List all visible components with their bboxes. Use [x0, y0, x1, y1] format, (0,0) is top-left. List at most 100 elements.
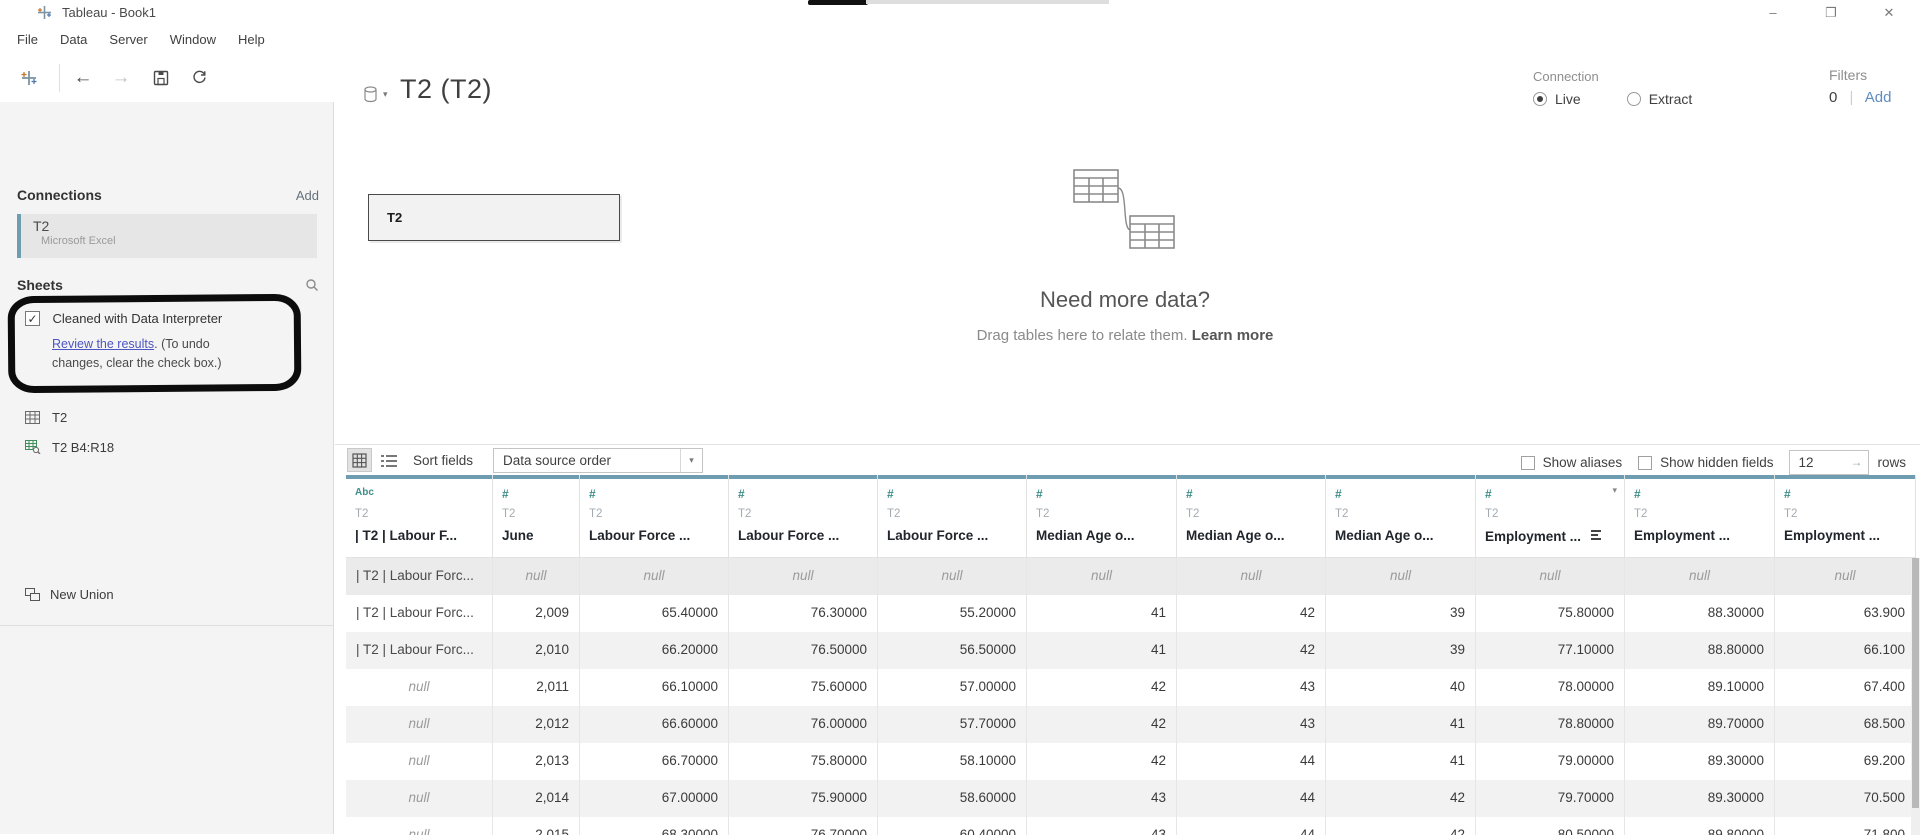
table-cell[interactable]: 89.70000 [1625, 706, 1775, 743]
new-union-item[interactable]: New Union [25, 587, 114, 602]
table-cell[interactable]: 80.50000 [1476, 817, 1625, 835]
table-cell[interactable]: 89.30000 [1625, 743, 1775, 780]
table-cell[interactable]: 58.60000 [878, 780, 1027, 817]
table-cell[interactable]: null [1476, 558, 1625, 595]
menu-item-window[interactable]: Window [165, 26, 221, 53]
table-cell[interactable]: 43 [1177, 669, 1326, 706]
table-cell[interactable]: 42 [1027, 669, 1177, 706]
column-header-10[interactable]: # T2 Employment ... [1775, 475, 1916, 558]
table-cell[interactable]: 71.800 [1775, 817, 1916, 835]
table-cell[interactable]: 89.30000 [1625, 780, 1775, 817]
logical-table-t2[interactable]: T2 [368, 194, 620, 241]
rows-stepper-arrow-icon[interactable]: → [1850, 455, 1862, 469]
table-cell[interactable]: | T2 | Labour Forc... [346, 558, 493, 595]
table-cell[interactable]: 41 [1027, 595, 1177, 632]
table-cell[interactable]: 68.500 [1775, 706, 1916, 743]
sheet-item-t2[interactable]: T2 [25, 402, 325, 432]
table-cell[interactable]: 42 [1027, 706, 1177, 743]
menu-item-data[interactable]: Data [55, 26, 92, 53]
table-cell[interactable]: 76.30000 [729, 595, 878, 632]
extract-radio[interactable] [1626, 92, 1641, 106]
table-cell[interactable]: 42 [1326, 817, 1476, 835]
table-cell[interactable]: 41 [1326, 706, 1476, 743]
table-cell[interactable]: 39 [1326, 632, 1476, 669]
table-cell[interactable]: 66.10000 [580, 669, 729, 706]
table-cell[interactable]: null [346, 706, 493, 743]
column-header-6[interactable]: # T2 Median Age o... [1177, 475, 1326, 558]
table-cell[interactable]: 79.00000 [1476, 743, 1625, 780]
table-cell[interactable]: 42 [1177, 595, 1326, 632]
table-cell[interactable]: 58.10000 [878, 743, 1027, 780]
table-cell[interactable]: 77.10000 [1476, 632, 1625, 669]
column-header-3[interactable]: # T2 Labour Force ... [729, 475, 878, 558]
scrollbar-thumb[interactable] [1912, 558, 1919, 808]
table-cell[interactable]: 75.80000 [729, 743, 878, 780]
table-cell[interactable]: 41 [1326, 743, 1476, 780]
table-cell[interactable]: null [1775, 558, 1916, 595]
table-cell[interactable]: 66.60000 [580, 706, 729, 743]
table-cell[interactable]: 2,014 [493, 780, 580, 817]
table-cell[interactable]: 89.10000 [1625, 669, 1775, 706]
table-cell[interactable]: 69.200 [1775, 743, 1916, 780]
maximize-button[interactable]: ❐ [1816, 2, 1846, 24]
table-cell[interactable]: 68.30000 [580, 817, 729, 835]
table-cell[interactable]: 57.00000 [878, 669, 1027, 706]
table-cell[interactable]: 78.80000 [1476, 706, 1625, 743]
table-cell[interactable]: 65.40000 [580, 595, 729, 632]
table-cell[interactable]: 66.100 [1775, 632, 1916, 669]
table-cell[interactable]: 40 [1326, 669, 1476, 706]
table-cell[interactable]: 56.50000 [878, 632, 1027, 669]
table-cell[interactable]: null [1625, 558, 1775, 595]
column-header-0[interactable]: Abc T2 | T2 | Labour F... [346, 475, 493, 558]
rows-count-input[interactable]: 12 → [1789, 450, 1870, 475]
table-cell[interactable]: 55.20000 [878, 595, 1027, 632]
table-cell[interactable]: null [580, 558, 729, 595]
close-button[interactable]: ✕ [1874, 2, 1904, 24]
menu-item-help[interactable]: Help [233, 26, 270, 53]
sheet-item-t2-b4-r18[interactable]: T2 B4:R18 [25, 432, 325, 462]
minimize-button[interactable]: – [1758, 2, 1788, 24]
table-cell[interactable]: null [346, 817, 493, 835]
table-cell[interactable]: 43 [1027, 780, 1177, 817]
menu-item-server[interactable]: Server [104, 26, 152, 53]
table-cell[interactable]: 79.70000 [1476, 780, 1625, 817]
table-cell[interactable]: 2,010 [493, 632, 580, 669]
save-icon[interactable] [148, 65, 174, 91]
data-interpreter-checkbox[interactable]: ✓ [25, 311, 40, 327]
table-cell[interactable]: null [878, 558, 1027, 595]
table-cell[interactable]: 2,012 [493, 706, 580, 743]
column-header-8[interactable]: # T2 Employment ... ▾ [1476, 475, 1625, 558]
redo-forward-icon[interactable]: → [108, 65, 134, 91]
table-cell[interactable]: 67.400 [1775, 669, 1916, 706]
sort-icon[interactable] [1591, 528, 1602, 540]
list-view-button[interactable] [376, 448, 401, 472]
show-aliases-checkbox[interactable] [1520, 455, 1535, 470]
learn-more-link[interactable]: Learn more [1192, 327, 1274, 344]
review-results-link[interactable]: Review the results [52, 337, 154, 351]
table-cell[interactable]: 76.00000 [729, 706, 878, 743]
table-cell[interactable]: 42 [1177, 632, 1326, 669]
table-cell[interactable]: null [346, 780, 493, 817]
table-cell[interactable]: 63.900 [1775, 595, 1916, 632]
live-radio[interactable] [1533, 92, 1547, 106]
table-cell[interactable]: | T2 | Labour Forc... [346, 595, 493, 632]
table-cell[interactable]: 2,009 [493, 595, 580, 632]
table-cell[interactable]: 76.70000 [729, 817, 878, 835]
database-icon[interactable] [363, 86, 378, 103]
table-cell[interactable]: 70.500 [1775, 780, 1916, 817]
show-hidden-fields-checkbox[interactable] [1638, 455, 1653, 470]
column-header-9[interactable]: # T2 Employment ... [1625, 475, 1775, 558]
table-cell[interactable]: 44 [1177, 780, 1326, 817]
table-cell[interactable]: 75.90000 [729, 780, 878, 817]
table-cell[interactable]: 57.70000 [878, 706, 1027, 743]
database-caret-icon[interactable]: ▾ [383, 89, 388, 100]
table-cell[interactable]: 44 [1177, 817, 1326, 835]
column-menu-caret-icon[interactable]: ▾ [1612, 485, 1617, 496]
vertical-scrollbar[interactable] [1911, 558, 1920, 835]
table-cell[interactable]: 67.00000 [580, 780, 729, 817]
table-cell[interactable]: 39 [1326, 595, 1476, 632]
table-cell[interactable]: null [1027, 558, 1177, 595]
filters-add-link[interactable]: Add [1865, 89, 1892, 106]
table-cell[interactable]: | T2 | Labour Forc... [346, 632, 493, 669]
table-cell[interactable]: null [493, 558, 580, 595]
